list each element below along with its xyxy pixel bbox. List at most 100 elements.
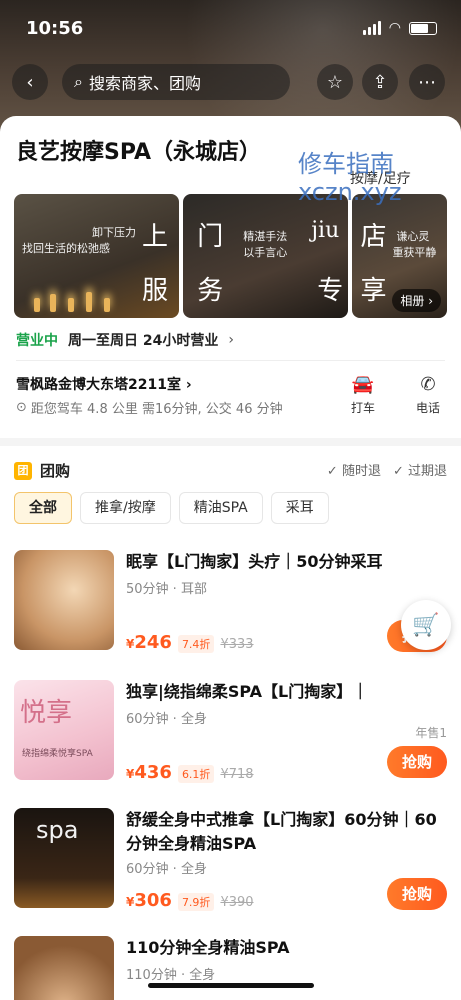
watermark-line2: xczn.xyz [298, 178, 402, 206]
policy-anytime: ✓ 随时退 [326, 464, 381, 479]
deal-item[interactable]: 悦享 绕指绵柔悦享SPA 独享|绕指绵柔SPA【L门掏家】｜ 60分钟 · 全身… [14, 680, 447, 790]
group-buy-section: 团 团购 ✓ 随时退 ✓ 过期退 全部 推拿/按摩 精油SPA 采耳 眠享【L门… [0, 446, 461, 1000]
deal-price: ¥306 [126, 890, 172, 911]
favorite-button[interactable]: ☆ [317, 64, 353, 100]
deal-original-price: ¥390 [220, 895, 254, 910]
deal-tabs: 全部 推拿/按摩 精油SPA 采耳 [14, 492, 329, 524]
gallery-caption: 找回生活的松弛感 [22, 242, 110, 255]
status-time: 10:56 [26, 18, 84, 39]
tab-oil-spa[interactable]: 精油SPA [178, 492, 263, 524]
status-icons: ◠ [362, 20, 437, 36]
phone-label: 电话 [415, 401, 440, 415]
more-icon: ⋯ [418, 71, 436, 93]
share-icon: ⇪ [372, 71, 388, 93]
gallery-char: 店 [360, 222, 387, 252]
battery-icon [409, 21, 437, 35]
deal-image-text: spa [36, 816, 79, 844]
deal-image [14, 550, 114, 650]
distance-info: ⊙ 距您驾车 4.8 公里 需16分钟, 公交 46 分钟 [16, 398, 283, 417]
policy-expired-text: 过期退 [407, 464, 447, 479]
price-value: 436 [134, 762, 172, 783]
star-icon: ☆ [326, 71, 344, 93]
price-row: ¥436 6.1折 ¥718 [126, 762, 254, 783]
tab-all[interactable]: 全部 [14, 492, 72, 524]
gallery-char: 门 [197, 222, 224, 252]
gallery-char: 服 [142, 276, 169, 306]
car-icon: 🚘 [351, 374, 375, 395]
deal-price: ¥436 [126, 762, 172, 783]
deal-original-price: ¥718 [220, 767, 254, 782]
deal-discount: 7.9折 [177, 893, 215, 911]
deal-meta: 110分钟 · 全身 [126, 968, 216, 983]
gallery-caption: 以手言心 [243, 246, 288, 259]
price-row: ¥306 7.9折 ¥390 [126, 890, 254, 911]
search-icon: ⌕ [74, 72, 83, 91]
back-button[interactable]: ‹ [12, 64, 48, 100]
phone-button[interactable]: ✆ 电话 [405, 374, 451, 416]
policy-expired: ✓ 过期退 [392, 464, 447, 479]
chevron-right-icon: › [185, 377, 192, 393]
deal-meta: 60分钟 · 全身 [126, 712, 207, 727]
location-pin-icon: ⊙ [16, 400, 27, 415]
gallery-char: 享 [360, 276, 387, 306]
watermark: 修车指南 xczn.xyz [298, 150, 401, 206]
taxi-button[interactable]: 🚘 打车 [340, 374, 386, 416]
annual-sales: 年售1 [415, 726, 447, 740]
deal-title: 110分钟全身精油SPA [126, 938, 290, 957]
album-button[interactable]: 相册 › [392, 289, 441, 312]
buy-button[interactable]: 抢购 [387, 746, 447, 778]
tab-massage[interactable]: 推拿/按摩 [80, 492, 171, 524]
gallery-image-3[interactable]: 店 享 谦心灵 重获平静 相册 › [352, 194, 447, 318]
deal-price: ¥246 [126, 632, 172, 653]
divider [16, 360, 445, 361]
phone-icon: ✆ [420, 374, 436, 395]
chevron-right-icon: › [228, 332, 234, 348]
group-buy-header: 团 团购 [14, 460, 70, 481]
search-input[interactable]: ⌕ 搜索商家、团购 [62, 64, 290, 100]
top-nav: ‹ ⌕ 搜索商家、团购 ☆ ⇪ ⋯ [0, 62, 461, 106]
gallery-image-1[interactable]: 卸下压力 找回生活的松弛感 上 服 [14, 194, 180, 318]
tab-ear[interactable]: 采耳 [270, 492, 329, 524]
business-hours[interactable]: 营业中 周一至周日 24小时营业 › [16, 330, 234, 350]
deal-item[interactable]: spa 舒缓全身中式推拿【L门掏家】60分钟｜60分钟全身精油SPA 60分钟 … [14, 808, 447, 918]
deal-image: spa [14, 808, 114, 908]
deal-title: 眠享【L门掏家】头疗｜50分钟采耳 [126, 552, 383, 571]
gallery-caption: 谦心灵 [396, 230, 430, 243]
hours-text: 周一至周日 24小时营业 [68, 333, 219, 349]
distance-text: 距您驾车 4.8 公里 需16分钟, 公交 46 分钟 [30, 402, 283, 417]
taxi-label: 打车 [350, 401, 375, 415]
share-button[interactable]: ⇪ [362, 64, 398, 100]
gallery-char: jiu [311, 218, 340, 243]
deal-discount: 6.1折 [177, 765, 215, 783]
deal-image [14, 936, 114, 1000]
deal-original-price: ¥333 [220, 637, 254, 652]
cart-button[interactable]: 🛒 [401, 600, 451, 650]
photo-gallery[interactable]: 卸下压力 找回生活的松弛感 上 服 门 务 jiu 专 精湛手法 以手言心 店 … [14, 194, 447, 318]
deal-discount: 7.4折 [177, 635, 215, 653]
album-label: 相册 [400, 294, 425, 308]
shop-name: 良艺按摩SPA（永城店） [16, 140, 261, 165]
deal-image-text: 悦享 [20, 698, 73, 728]
deal-meta: 50分钟 · 耳部 [126, 582, 207, 597]
refund-policies: ✓ 随时退 ✓ 过期退 [327, 460, 447, 479]
deal-item[interactable]: 眠享【L门掏家】头疗｜50分钟采耳 50分钟 · 耳部 ¥246 7.4折 ¥3… [14, 550, 447, 660]
price-row: ¥246 7.4折 ¥333 [126, 632, 254, 653]
chevron-left-icon: ‹ [26, 71, 34, 93]
more-button[interactable]: ⋯ [409, 64, 445, 100]
gallery-caption: 卸下压力 [92, 226, 136, 239]
policy-anytime-text: 随时退 [341, 464, 381, 479]
search-placeholder: 搜索商家、团购 [88, 74, 201, 93]
shop-address[interactable]: 雪枫路金博大东塔2211室 › [16, 374, 192, 394]
gallery-char: 上 [142, 222, 169, 252]
gallery-char: 务 [197, 276, 224, 306]
open-status: 营业中 [16, 333, 58, 349]
cart-icon: 🛒 [412, 612, 440, 638]
deal-item[interactable]: 110分钟全身精油SPA 110分钟 · 全身 [14, 936, 447, 1000]
deal-image: 悦享 绕指绵柔悦享SPA [14, 680, 114, 780]
home-indicator [148, 983, 314, 988]
gallery-char: 专 [317, 276, 344, 306]
gallery-caption: 精湛手法 [243, 230, 288, 243]
buy-button[interactable]: 抢购 [387, 878, 447, 910]
gallery-image-2[interactable]: 门 务 jiu 专 精湛手法 以手言心 [183, 194, 349, 318]
deal-meta: 60分钟 · 全身 [126, 862, 207, 877]
